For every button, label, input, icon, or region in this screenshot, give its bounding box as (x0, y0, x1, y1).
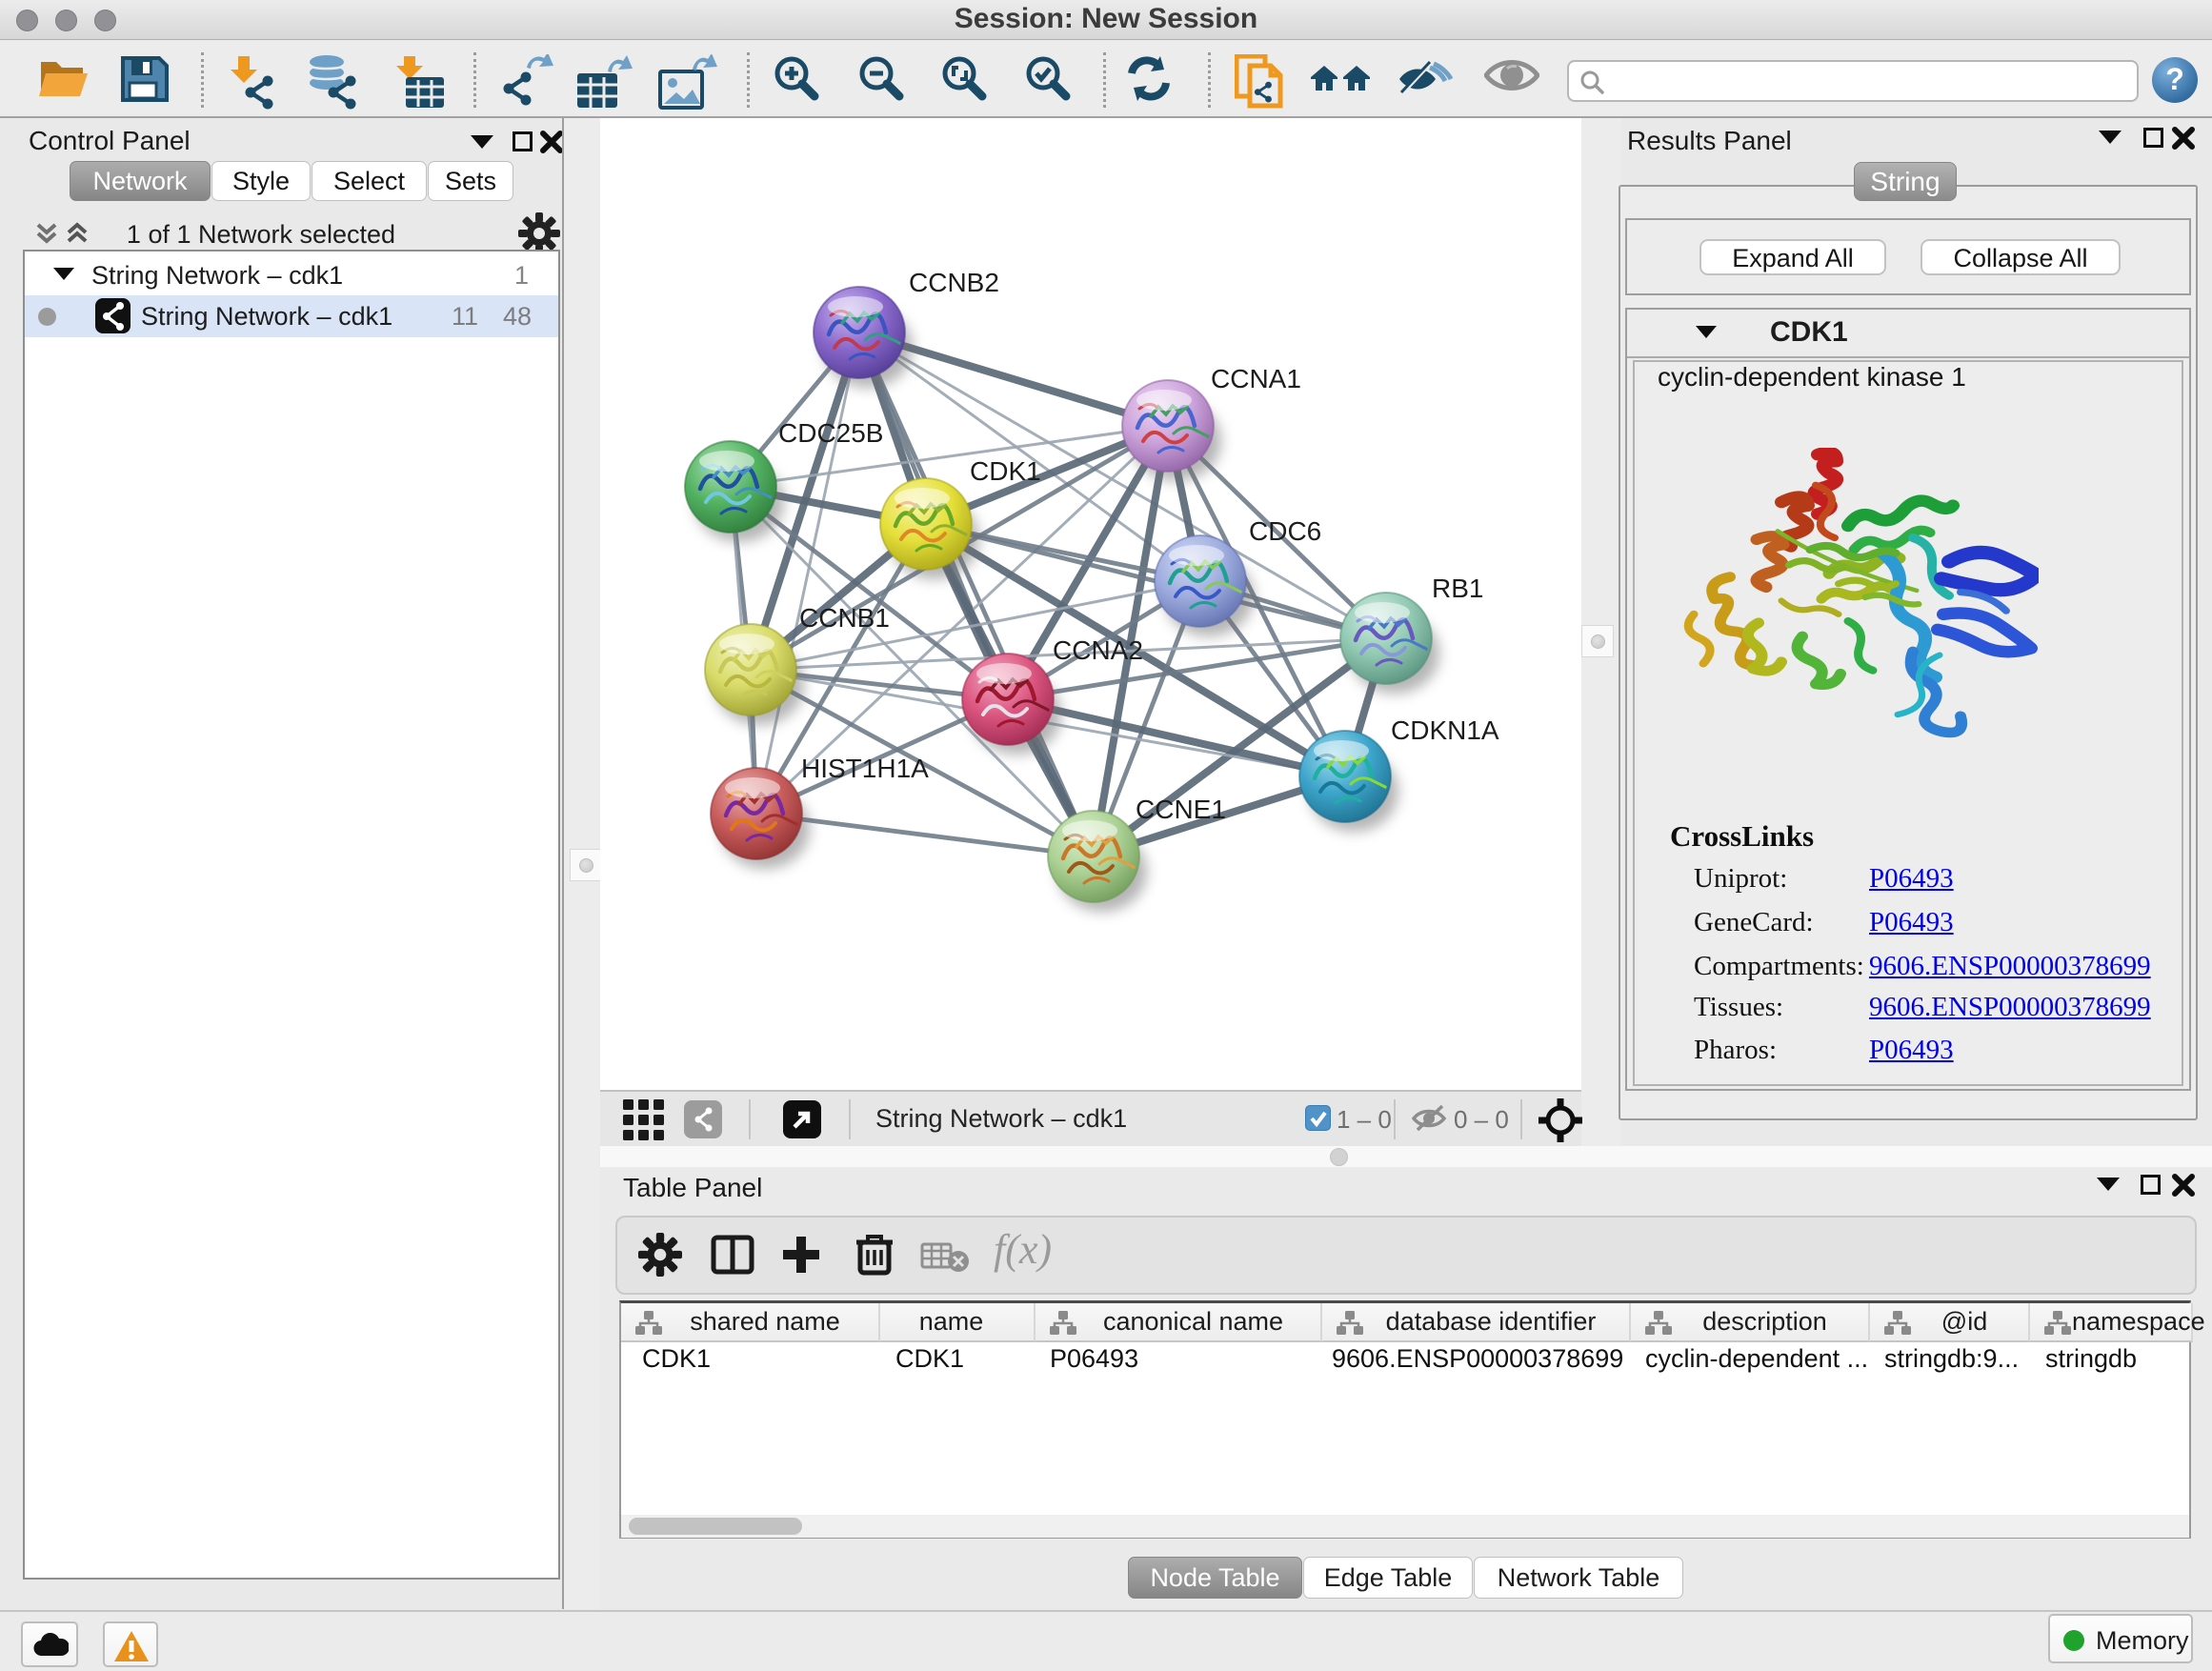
svg-text:CCNA2: CCNA2 (1053, 635, 1143, 665)
svg-text:HIST1H1A: HIST1H1A (801, 754, 929, 783)
svg-text:CCNE1: CCNE1 (1136, 795, 1226, 824)
svg-text:CDKN1A: CDKN1A (1391, 715, 1499, 745)
svg-text:CCNA1: CCNA1 (1211, 364, 1301, 393)
svg-text:CCNB1: CCNB1 (799, 603, 890, 633)
svg-text:CCNB2: CCNB2 (909, 268, 999, 297)
svg-text:CDK1: CDK1 (970, 456, 1041, 486)
svg-text:CDC6: CDC6 (1249, 516, 1321, 546)
svg-text:CDC25B: CDC25B (778, 418, 883, 448)
svg-text:RB1: RB1 (1432, 574, 1483, 603)
